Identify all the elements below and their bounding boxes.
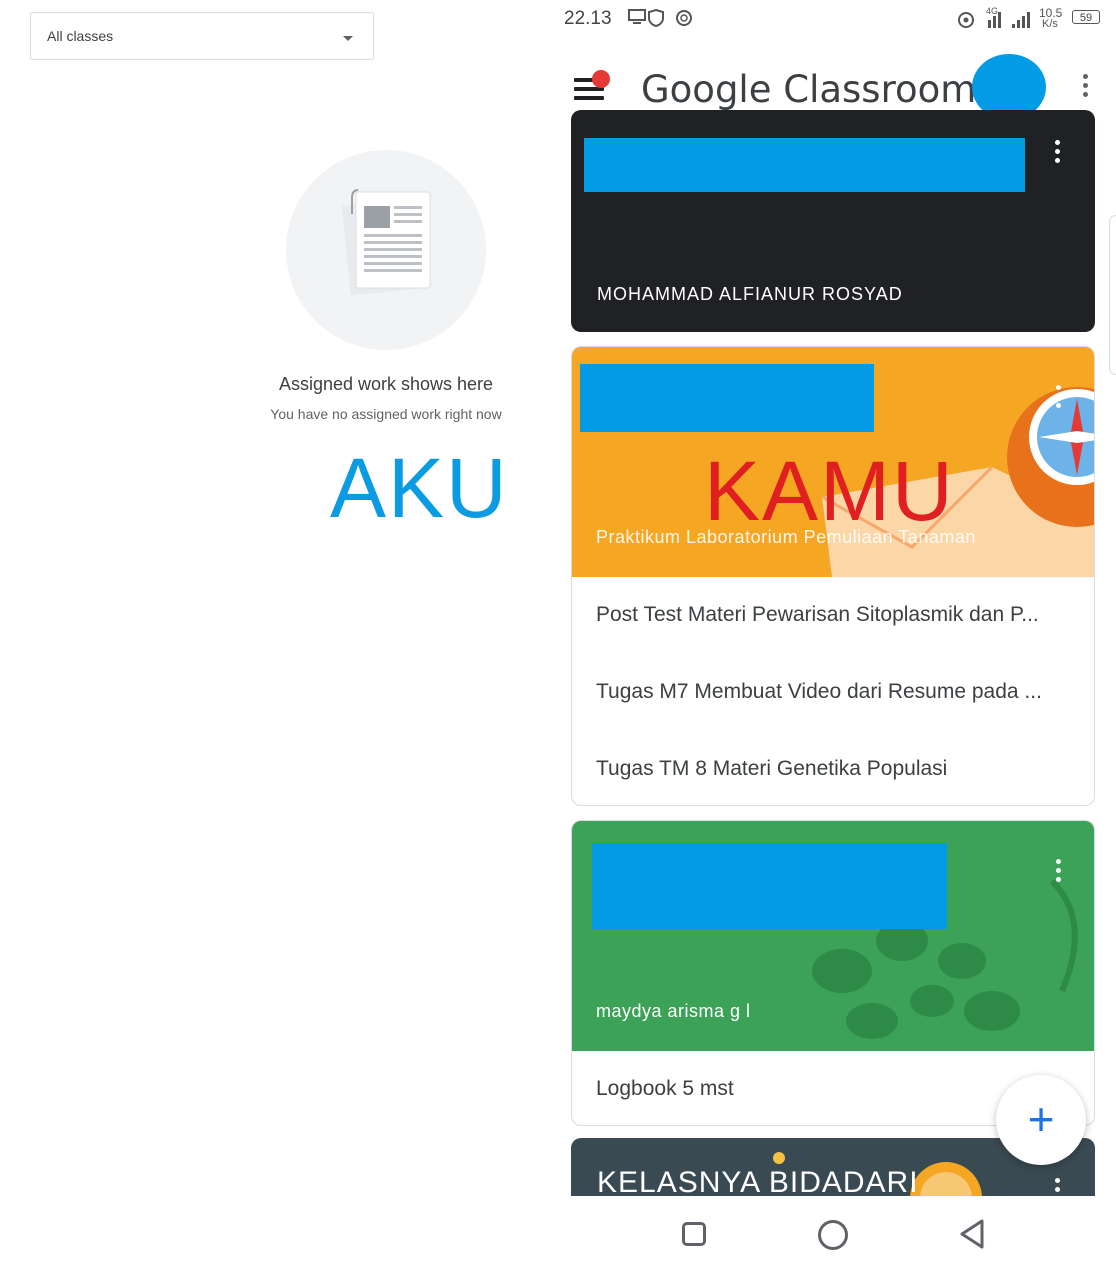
task-item[interactable]: Logbook 5 mst xyxy=(596,1077,734,1101)
notification-dot xyxy=(592,70,610,88)
task-item[interactable]: Post Test Materi Pewarisan Sitoplasmik d… xyxy=(596,603,1039,627)
card-more-icon[interactable] xyxy=(1056,859,1062,886)
empty-state-subtitle: You have no assigned work right now xyxy=(270,406,502,422)
empty-state-title: Assigned work shows here xyxy=(278,374,494,394)
recents-icon[interactable] xyxy=(682,1222,706,1246)
network-speed-unit: K/s xyxy=(1042,18,1058,30)
status-time: 22.13 xyxy=(564,8,612,29)
home-icon[interactable] xyxy=(818,1220,848,1250)
card-more-icon[interactable] xyxy=(1055,140,1061,167)
battery-indicator: 59 xyxy=(1072,10,1100,24)
class-filter-dropdown[interactable]: All classes xyxy=(30,12,374,60)
more-options-icon[interactable] xyxy=(1083,74,1089,101)
class-banner: maydya arisma g l xyxy=(572,821,1094,1051)
class-owner: MOHAMMAD ALFIANUR ROSYAD xyxy=(597,284,903,304)
card-more-icon[interactable] xyxy=(1055,1178,1061,1196)
redacted-class-name xyxy=(592,843,947,929)
task-item[interactable]: Tugas TM 8 Materi Genetika Populasi xyxy=(596,757,947,781)
class-owner: maydya arisma g l xyxy=(596,1001,751,1021)
class-banner: KAMU Praktikum Laboratorium Pemuliaan Ta… xyxy=(572,347,1094,577)
class-card[interactable]: MOHAMMAD ALFIANUR ROSYAD xyxy=(571,110,1095,332)
redacted-class-name xyxy=(584,138,1025,192)
back-icon[interactable] xyxy=(958,1218,988,1250)
class-card[interactable]: maydya arisma g l Logbook 5 mst xyxy=(571,820,1095,1126)
class-card[interactable]: KAMU Praktikum Laboratorium Pemuliaan Ta… xyxy=(571,346,1095,806)
card-more-icon[interactable] xyxy=(1056,385,1062,412)
network-type: 4G xyxy=(986,6,999,16)
class-title: KELASNYA BIDADARI xyxy=(597,1166,919,1196)
notification-icons xyxy=(628,8,692,28)
document-icon xyxy=(341,189,431,296)
assigned-work-illustration xyxy=(286,150,486,350)
status-notification-icons xyxy=(628,8,700,33)
edge-panel-handle xyxy=(1109,215,1116,375)
class-section: Praktikum Laboratorium Pemuliaan Tanaman xyxy=(596,527,976,547)
annotation-aku: AKU xyxy=(330,441,509,535)
add-class-button[interactable]: + xyxy=(996,1075,1086,1165)
app-title: Google Classroom xyxy=(641,68,977,111)
annotation-kamu: KAMU xyxy=(704,444,955,538)
class-filter-value: All classes xyxy=(47,28,114,44)
dropdown-caret-icon xyxy=(343,36,353,41)
redacted-class-name xyxy=(580,364,874,432)
task-item[interactable]: Tugas M7 Membuat Video dari Resume pada … xyxy=(596,680,1042,704)
